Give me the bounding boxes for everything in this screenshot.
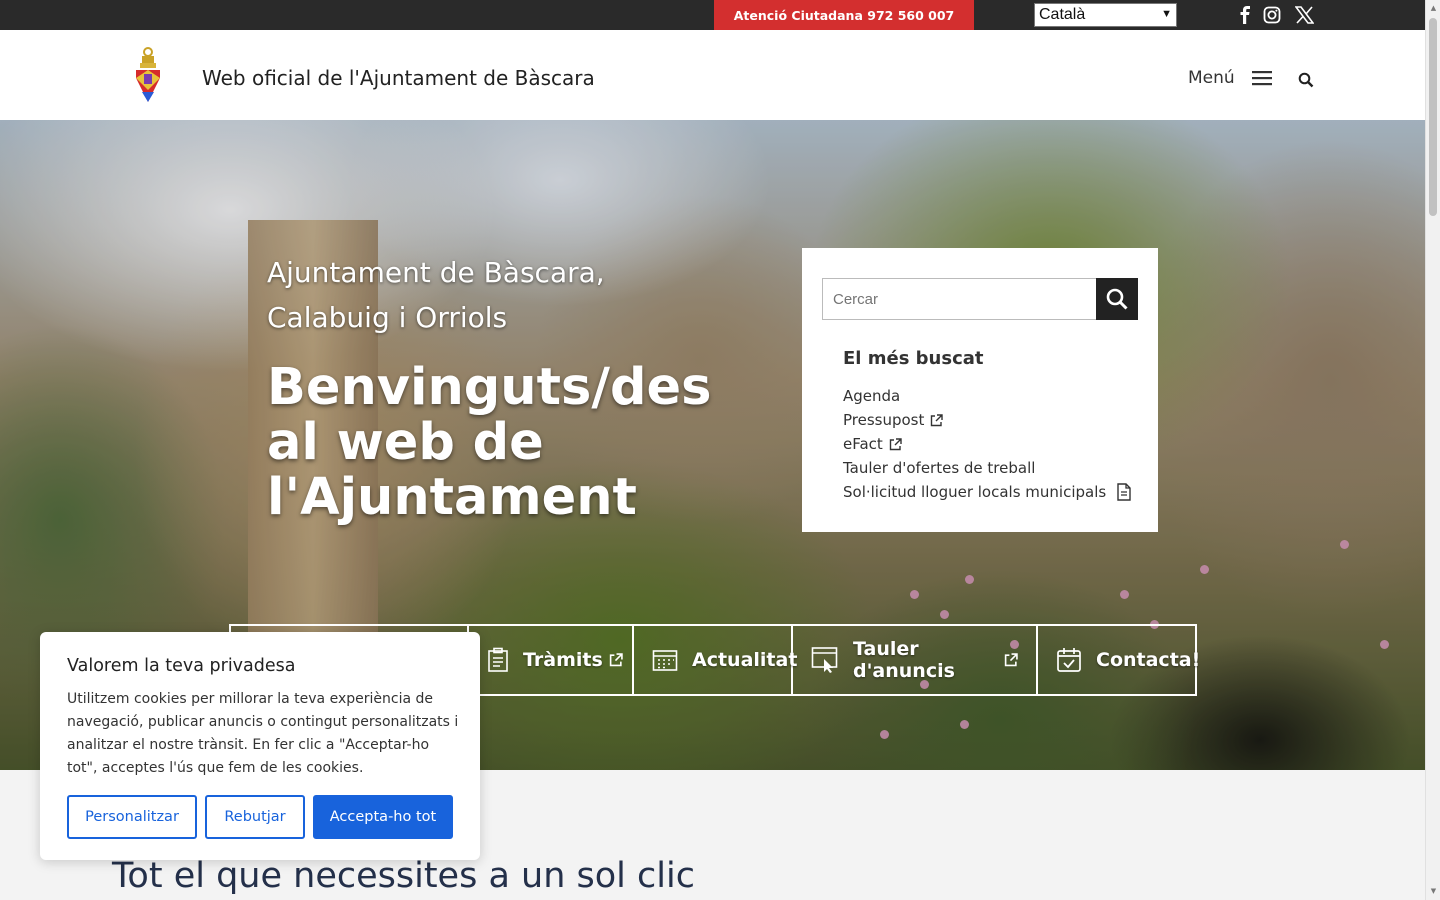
cookie-text: Utilitzem cookies per millorar la teva e… — [67, 691, 459, 776]
coat-of-arms-logo[interactable] — [133, 46, 163, 104]
x-icon[interactable] — [1293, 5, 1315, 25]
page-scrollbar[interactable]: ▲ ▼ — [1425, 0, 1440, 900]
quicknav-label: Tràmits — [523, 649, 603, 671]
atencio-ciutadana-link[interactable]: Atenció Ciutadana 972 560 007 — [714, 0, 974, 30]
quicknav-contacta[interactable]: Contacta! — [1038, 626, 1200, 694]
search-icon[interactable] — [1298, 72, 1314, 88]
external-link-icon — [889, 437, 902, 450]
link-lloguer-locals[interactable]: Sol·licitud lloguer locals municipals — [843, 480, 1132, 504]
site-title[interactable]: Web oficial de l'Ajuntament de Bàscara — [202, 66, 595, 90]
link-label: Agenda — [843, 387, 901, 405]
accept-all-button[interactable]: Accepta-ho tot — [313, 795, 453, 839]
language-select[interactable]: Català ▼ — [1034, 3, 1177, 27]
quicknav-tramits[interactable]: Tràmits — [469, 626, 634, 694]
quicknav-tauler-anuncis[interactable]: Tauler d'anuncis — [793, 626, 1038, 694]
search-panel: El més buscat Agenda Pressupost eFact Ta… — [802, 248, 1158, 532]
site-header: Web oficial de l'Ajuntament de Bàscara M… — [0, 30, 1425, 120]
external-link-icon — [609, 653, 623, 667]
scroll-down-icon[interactable]: ▼ — [1429, 887, 1438, 896]
scrollbar-thumb[interactable] — [1429, 18, 1437, 216]
hero-subtitle: Ajuntament de Bàscara, Calabuig i Orriol… — [267, 256, 605, 334]
external-link-icon — [931, 413, 944, 426]
document-icon — [1117, 483, 1131, 501]
external-link-icon — [1004, 653, 1018, 667]
hamburger-icon[interactable] — [1252, 70, 1272, 86]
link-label: Pressupost — [843, 411, 925, 429]
link-label: Sol·licitud lloguer locals municipals — [843, 483, 1107, 501]
link-tauler-ofertes[interactable]: Tauler d'ofertes de treball — [843, 456, 1132, 480]
search-icon — [1106, 288, 1128, 310]
customize-button[interactable]: Personalitzar — [67, 795, 197, 839]
quicknav-label: Tauler d'anuncis — [853, 638, 955, 682]
instagram-icon[interactable] — [1261, 5, 1283, 25]
calendar-grid-icon — [652, 648, 678, 672]
hero-welcome-heading: Benvinguts/des al web de l'Ajuntament — [267, 358, 712, 527]
most-searched-list: Agenda Pressupost eFact Tauler d'ofertes… — [843, 384, 1132, 504]
scroll-up-icon[interactable]: ▲ — [1429, 4, 1438, 13]
most-searched-heading: El més buscat — [843, 348, 984, 369]
browser-click-icon — [811, 646, 839, 674]
link-pressupost[interactable]: Pressupost — [843, 408, 1132, 432]
link-label: eFact — [843, 435, 883, 453]
facebook-icon[interactable] — [1234, 5, 1256, 25]
link-label: Tauler d'ofertes de treball — [843, 459, 1036, 477]
quicknav-label: Actualitat — [692, 649, 798, 671]
link-efact[interactable]: eFact — [843, 432, 1132, 456]
cookie-consent-banner: Valorem la teva privadesa Utilitzem cook… — [40, 632, 480, 860]
calendar-check-icon — [1056, 647, 1082, 673]
menu-button-label[interactable]: Menú — [1188, 68, 1235, 88]
language-selected: Català — [1039, 6, 1086, 23]
search-input[interactable] — [822, 278, 1097, 320]
search-submit-button[interactable] — [1096, 278, 1138, 320]
clipboard-icon — [487, 647, 509, 673]
cookie-title: Valorem la teva privadesa — [67, 656, 296, 676]
section-heading: Tot el que necessites a un sol clic — [112, 856, 695, 896]
link-agenda[interactable]: Agenda — [843, 384, 1132, 408]
reject-button[interactable]: Rebutjar — [205, 795, 305, 839]
chevron-down-icon: ▼ — [1161, 8, 1172, 20]
top-bar: Atenció Ciutadana 972 560 007 Català ▼ — [0, 0, 1425, 30]
quicknav-actualitat[interactable]: Actualitat — [634, 626, 797, 694]
quicknav-label: Contacta! — [1096, 649, 1201, 671]
